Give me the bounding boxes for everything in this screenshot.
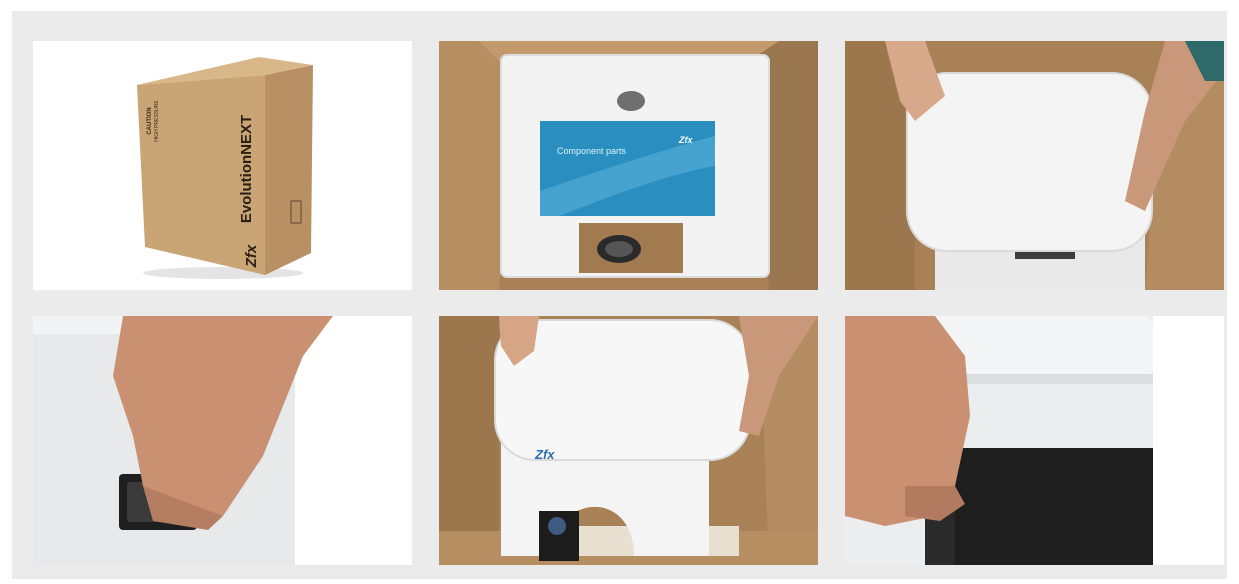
package-label: Component parts: [557, 146, 627, 156]
device-logo: Zfx: [534, 447, 555, 462]
photo-device-edge-grip: [845, 316, 1224, 565]
photo-device-in-box: Zfx: [439, 316, 818, 565]
photo-side-handle-grip: [33, 316, 412, 565]
photo-lifting-device: [845, 41, 1224, 290]
box-caution-label: CAUTION: [147, 107, 153, 134]
photo-open-box-package: Component parts Zfx: [439, 41, 818, 290]
box-caution-sublabel: HIGH PRESSURE: [154, 100, 160, 142]
box-brand-label: EvolutionNEXT: [238, 115, 255, 223]
box-logo: Zfx: [243, 244, 260, 268]
photo-closed-box: EvolutionNEXT Zfx CAUTION HIGH PRESSURE: [33, 41, 412, 290]
package-logo: Zfx: [678, 135, 693, 145]
